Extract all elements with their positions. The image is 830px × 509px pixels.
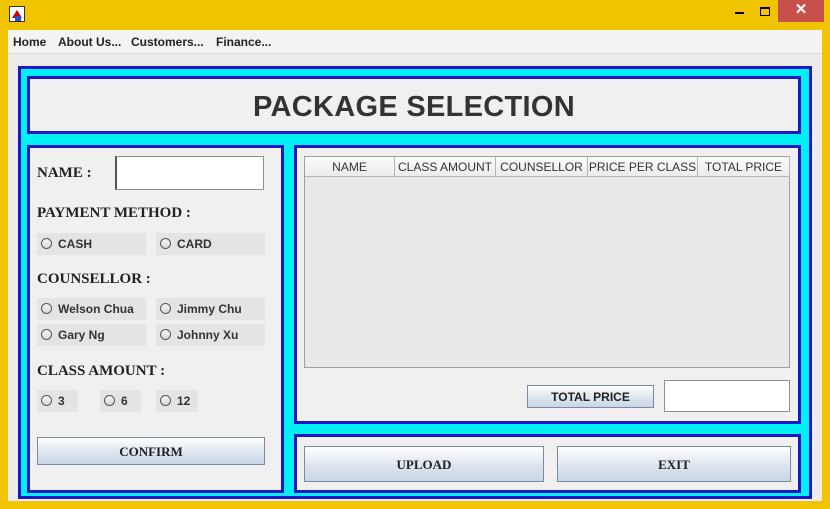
column-header-price-per-class[interactable]: PRICE PER CLASS bbox=[588, 157, 698, 176]
radio-icon[interactable] bbox=[41, 329, 52, 340]
radio-icon[interactable] bbox=[104, 395, 115, 406]
radio-icon[interactable] bbox=[160, 238, 171, 249]
radio-icon[interactable] bbox=[41, 238, 52, 249]
confirm-button[interactable]: CONFIRM bbox=[37, 437, 265, 465]
class-amount-radio-3[interactable]: 3 bbox=[37, 390, 78, 412]
title-panel: PACKAGE SELECTION bbox=[27, 76, 801, 134]
minimize-icon bbox=[734, 12, 744, 15]
menu-item-customers[interactable]: Customers... bbox=[131, 35, 204, 49]
close-icon: ✕ bbox=[794, 1, 808, 18]
radio-label: 3 bbox=[58, 394, 65, 408]
class-amount-label: CLASS AMOUNT : bbox=[37, 363, 166, 379]
radio-label: Jimmy Chu bbox=[177, 302, 242, 316]
name-label: NAME : bbox=[37, 165, 92, 181]
page-title: PACKAGE SELECTION bbox=[253, 91, 575, 123]
radio-icon[interactable] bbox=[160, 303, 171, 314]
column-header-counsellor[interactable]: COUNSELLOR bbox=[496, 157, 588, 176]
radio-label: Welson Chua bbox=[58, 302, 134, 316]
menu-item-about-us[interactable]: About Us... bbox=[58, 35, 121, 49]
radio-label: CASH bbox=[58, 237, 93, 251]
name-input[interactable] bbox=[117, 157, 263, 189]
package-table[interactable]: NAME CLASS AMOUNT COUNSELLOR PRICE PER C… bbox=[304, 156, 790, 368]
counsellor-label: COUNSELLOR : bbox=[37, 271, 151, 287]
exit-button[interactable]: EXIT bbox=[557, 446, 791, 482]
title-bar: ✕ bbox=[0, 0, 830, 30]
table-header: NAME CLASS AMOUNT COUNSELLOR PRICE PER C… bbox=[305, 157, 790, 177]
counsellor-radio-jimmy-chu[interactable]: Jimmy Chu bbox=[156, 298, 265, 320]
radio-label: 6 bbox=[121, 394, 128, 408]
minimize-button[interactable] bbox=[726, 0, 752, 22]
class-amount-radio-6[interactable]: 6 bbox=[100, 390, 141, 412]
counsellor-radio-gary-ng[interactable]: Gary Ng bbox=[37, 324, 146, 346]
payment-radio-cash[interactable]: CASH bbox=[37, 233, 146, 255]
radio-icon[interactable] bbox=[160, 329, 171, 340]
counsellor-radio-johnny-xu[interactable]: Johnny Xu bbox=[156, 324, 265, 346]
radio-icon[interactable] bbox=[41, 395, 52, 406]
maximize-button[interactable] bbox=[752, 0, 778, 22]
total-price-button[interactable]: TOTAL PRICE bbox=[527, 385, 654, 408]
menu-item-finance[interactable]: Finance... bbox=[216, 35, 271, 49]
app-icon bbox=[9, 6, 25, 22]
class-amount-radio-12[interactable]: 12 bbox=[156, 390, 198, 412]
counsellor-radio-welson-chua[interactable]: Welson Chua bbox=[37, 298, 146, 320]
maximize-icon bbox=[760, 6, 770, 16]
payment-method-label: PAYMENT METHOD : bbox=[37, 205, 191, 221]
column-header-class-amount[interactable]: CLASS AMOUNT bbox=[395, 157, 496, 176]
radio-label: CARD bbox=[177, 237, 212, 251]
radio-label: Gary Ng bbox=[58, 328, 105, 342]
name-field[interactable] bbox=[115, 156, 264, 190]
total-price-field[interactable] bbox=[664, 380, 790, 412]
upload-button[interactable]: UPLOAD bbox=[304, 446, 544, 482]
payment-radio-card[interactable]: CARD bbox=[156, 233, 265, 255]
total-price-input[interactable] bbox=[665, 381, 789, 411]
column-header-total-price[interactable]: TOTAL PRICE bbox=[698, 157, 790, 176]
menu-item-home[interactable]: Home bbox=[13, 35, 46, 49]
close-button[interactable]: ✕ bbox=[778, 0, 824, 22]
column-header-name[interactable]: NAME bbox=[305, 157, 395, 176]
radio-label: 12 bbox=[177, 394, 191, 408]
menu-bar: Home About Us... Customers... Finance... bbox=[8, 30, 822, 54]
radio-icon[interactable] bbox=[160, 395, 171, 406]
radio-icon[interactable] bbox=[41, 303, 52, 314]
radio-label: Johnny Xu bbox=[177, 328, 239, 342]
